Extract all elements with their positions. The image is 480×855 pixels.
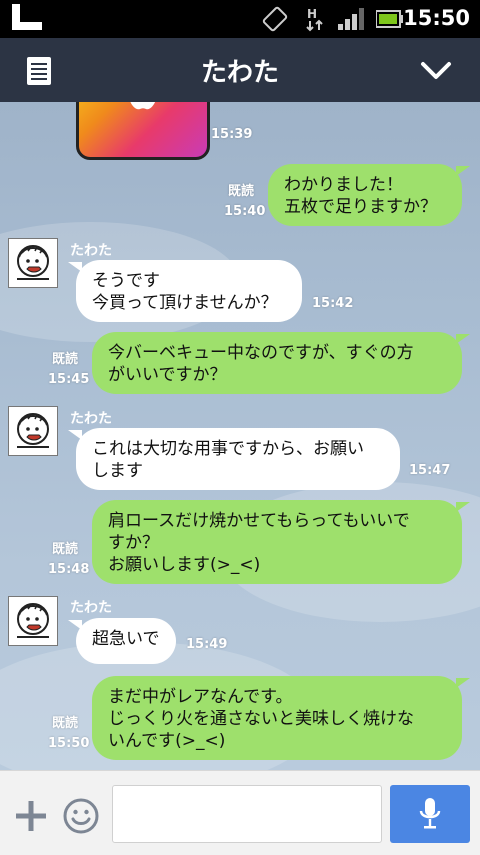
rotate-icon — [262, 6, 288, 32]
microphone-icon — [419, 798, 441, 829]
message-bubble-received[interactable]: そうです 今買って頂けませんか？ — [76, 260, 302, 322]
svg-text:H: H — [307, 7, 317, 21]
message-line: いんです(>_<) — [108, 731, 226, 751]
read-receipt: 既読 — [228, 184, 255, 199]
signal-icon — [338, 8, 364, 30]
battery-icon — [376, 10, 403, 28]
smiley-icon[interactable] — [62, 797, 100, 835]
message-time: 15:49 — [186, 637, 228, 652]
message-line: します — [92, 461, 143, 481]
message-input-bar — [0, 770, 480, 855]
avatar[interactable] — [8, 238, 58, 288]
avatar-image — [17, 245, 49, 280]
message-line: すか？ — [108, 533, 159, 553]
bubble-tail — [68, 430, 82, 440]
message-bubble-sent[interactable]: 今バーベキュー中なのですが、すぐの方 がいいですか？ — [92, 332, 462, 394]
voice-message-button[interactable] — [390, 785, 470, 843]
avatar-image — [17, 603, 49, 638]
message-time: 15:42 — [312, 296, 354, 311]
status-bar: H 15:50 — [0, 0, 480, 38]
bubble-tail — [456, 678, 470, 688]
avatar[interactable] — [8, 596, 58, 646]
message-time: 15:45 — [48, 372, 90, 387]
message-input[interactable] — [112, 785, 382, 843]
message-bubble-received[interactable]: これは大切な用事ですから、お願い します — [76, 428, 400, 490]
bubble-tail — [68, 262, 82, 272]
plus-icon[interactable] — [16, 801, 46, 831]
chat-header: たわた — [0, 38, 480, 102]
message-time: 15:50 — [48, 736, 90, 751]
bubble-tail — [456, 502, 470, 512]
bubble-tail — [456, 166, 470, 176]
sender-name: たわた — [70, 411, 112, 427]
message-line: お願いします(>_<) — [108, 555, 261, 575]
message-line: じっくり火を通さないと美味しく焼けな — [108, 709, 414, 729]
message-time: 15:48 — [48, 562, 90, 577]
message-line: 超急いで — [92, 629, 160, 649]
avatar-image — [17, 413, 49, 448]
chevron-down-icon[interactable] — [420, 60, 452, 82]
chat-title: たわた — [200, 58, 279, 88]
sender-name: たわた — [70, 600, 112, 616]
message-line: 五枚で足りますか？ — [284, 197, 437, 217]
image-message[interactable] — [76, 102, 210, 160]
message-bubble-sent[interactable]: わかりました！ 五枚で足りますか？ — [268, 164, 462, 226]
message-bubble-sent[interactable]: まだ中がレアなんです。 じっくり火を通さないと美味しく焼けな いんです(>_<) — [92, 676, 462, 760]
read-receipt: 既読 — [52, 716, 79, 731]
message-line: 肩ロースだけ焼かせてもらってもいいで — [108, 511, 410, 531]
bubble-tail — [456, 334, 470, 344]
sender-name: たわた — [70, 243, 112, 259]
message-bubble-received[interactable]: 超急いで — [76, 618, 176, 664]
status-time: 15:50 — [403, 6, 470, 30]
bubble-tail — [68, 620, 82, 630]
message-time: 15:39 — [211, 127, 253, 142]
message-line: これは大切な用事ですから、お願い — [92, 439, 364, 459]
message-line: がいいですか？ — [108, 365, 227, 385]
message-line: そうです — [92, 271, 160, 291]
read-receipt: 既読 — [52, 352, 79, 367]
avatar[interactable] — [8, 406, 58, 456]
message-time: 15:40 — [224, 204, 266, 219]
message-line: わかりました！ — [284, 175, 403, 195]
message-line: 今買って頂けませんか？ — [92, 293, 278, 313]
read-receipt: 既読 — [52, 542, 79, 557]
carrier-logo-icon — [12, 4, 42, 30]
message-line: 今バーベキュー中なのですが、すぐの方 — [108, 343, 414, 363]
data-transfer-icon: H — [306, 7, 323, 32]
message-line: まだ中がレアなんです。 — [108, 687, 293, 707]
message-bubble-sent[interactable]: 肩ロースだけ焼かせてもらってもいいで すか？ お願いします(>_<) — [92, 500, 462, 584]
message-time: 15:47 — [409, 463, 451, 478]
apple-logo-icon — [130, 102, 156, 110]
chat-area[interactable]: 15:39 既読 15:40 わかりました！ 五枚で足りますか？ たわた そうで… — [0, 102, 480, 770]
